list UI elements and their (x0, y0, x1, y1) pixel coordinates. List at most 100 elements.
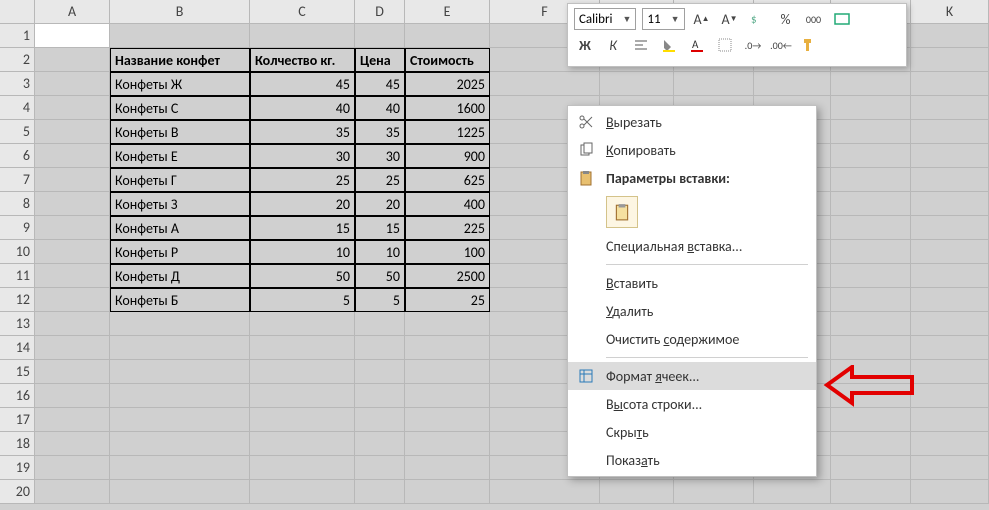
cell[interactable] (405, 336, 490, 360)
table-cell[interactable]: 20 (355, 192, 405, 216)
cell[interactable] (250, 432, 355, 456)
cell[interactable] (35, 336, 110, 360)
align-icon[interactable] (630, 34, 652, 56)
cell[interactable] (490, 480, 600, 504)
cell[interactable] (250, 312, 355, 336)
cell[interactable] (831, 336, 911, 360)
row-6-header[interactable]: 6 (0, 144, 35, 168)
table-cell[interactable]: 10 (250, 240, 355, 264)
cell[interactable] (355, 312, 405, 336)
cell[interactable] (911, 312, 989, 336)
increase-decimal-icon[interactable]: .0→ (742, 34, 764, 56)
cell[interactable] (355, 384, 405, 408)
cell[interactable] (911, 72, 989, 96)
row-11-header[interactable]: 11 (0, 264, 35, 288)
format-painter-icon[interactable] (798, 34, 820, 56)
row-19-header[interactable]: 19 (0, 456, 35, 480)
cell[interactable] (911, 456, 989, 480)
cell-A1-active[interactable] (35, 24, 110, 48)
cell[interactable] (831, 480, 911, 504)
table-cell[interactable]: 40 (250, 96, 355, 120)
cell[interactable] (831, 240, 911, 264)
cell[interactable] (911, 240, 989, 264)
table-cell[interactable]: Конфеты Ж (110, 72, 250, 96)
cell[interactable] (250, 408, 355, 432)
row-10-header[interactable]: 10 (0, 240, 35, 264)
row-20-header[interactable]: 20 (0, 480, 35, 504)
table-cell[interactable]: 1225 (405, 120, 490, 144)
cell[interactable] (600, 72, 674, 96)
table-header[interactable]: Цена (355, 48, 405, 72)
cell[interactable] (35, 216, 110, 240)
menu-delete[interactable]: Удалить (568, 297, 816, 325)
cell[interactable] (405, 456, 490, 480)
cell[interactable] (35, 120, 110, 144)
cell[interactable] (405, 480, 490, 504)
decrease-font-icon[interactable]: A▼ (719, 8, 741, 30)
cell[interactable] (831, 120, 911, 144)
cell[interactable] (35, 48, 110, 72)
row-3-header[interactable]: 3 (0, 72, 35, 96)
row-17-header[interactable]: 17 (0, 408, 35, 432)
row-5-header[interactable]: 5 (0, 120, 35, 144)
cell[interactable] (250, 24, 355, 48)
menu-insert[interactable]: Вставить (568, 269, 816, 297)
cell[interactable] (355, 480, 405, 504)
row-1-header[interactable]: 1 (0, 24, 35, 48)
cell[interactable] (35, 288, 110, 312)
cell[interactable] (110, 408, 250, 432)
cell[interactable] (831, 96, 911, 120)
cell[interactable] (355, 408, 405, 432)
cell[interactable] (110, 384, 250, 408)
cell[interactable] (250, 480, 355, 504)
cell[interactable] (831, 288, 911, 312)
table-cell[interactable]: 35 (355, 120, 405, 144)
table-cell[interactable]: 2025 (405, 72, 490, 96)
table-cell[interactable]: 25 (250, 168, 355, 192)
menu-cut[interactable]: Вырезать (568, 108, 816, 136)
table-cell[interactable]: Конфеты Б (110, 288, 250, 312)
cell[interactable] (405, 360, 490, 384)
col-A[interactable]: A (35, 0, 110, 24)
percent-format-icon[interactable]: % (775, 8, 797, 30)
cell[interactable] (110, 360, 250, 384)
col-K[interactable]: K (911, 0, 989, 24)
cell[interactable] (250, 456, 355, 480)
borders-icon[interactable] (714, 34, 736, 56)
italic-button[interactable]: К (602, 34, 624, 56)
table-cell[interactable]: 900 (405, 144, 490, 168)
table-cell[interactable]: Конфеты Е (110, 144, 250, 168)
cell[interactable] (911, 48, 989, 72)
cell[interactable] (405, 312, 490, 336)
table-cell[interactable]: 45 (250, 72, 355, 96)
table-cell[interactable]: Конфеты Р (110, 240, 250, 264)
row-8-header[interactable]: 8 (0, 192, 35, 216)
table-cell[interactable]: 5 (250, 288, 355, 312)
cell[interactable] (355, 456, 405, 480)
row-16-header[interactable]: 16 (0, 384, 35, 408)
table-cell[interactable]: Конфеты Д (110, 264, 250, 288)
cell[interactable] (831, 264, 911, 288)
table-cell[interactable]: 625 (405, 168, 490, 192)
table-header[interactable]: Колчество кг. (250, 48, 355, 72)
cell[interactable] (490, 72, 600, 96)
cell[interactable] (110, 312, 250, 336)
cell[interactable] (405, 24, 490, 48)
cell[interactable] (674, 480, 754, 504)
table-cell[interactable]: 400 (405, 192, 490, 216)
cell[interactable] (355, 336, 405, 360)
cell[interactable] (405, 384, 490, 408)
col-D[interactable]: D (355, 0, 405, 24)
table-cell[interactable]: 40 (355, 96, 405, 120)
table-cell[interactable]: 5 (355, 288, 405, 312)
decrease-decimal-icon[interactable]: .00← (770, 34, 792, 56)
table-cell[interactable]: 20 (250, 192, 355, 216)
cell[interactable] (600, 480, 674, 504)
cell[interactable] (911, 264, 989, 288)
fill-color-icon[interactable] (658, 34, 680, 56)
cell[interactable] (250, 360, 355, 384)
cell[interactable] (35, 96, 110, 120)
cell[interactable] (405, 408, 490, 432)
table-cell[interactable]: 25 (355, 168, 405, 192)
cell[interactable] (355, 432, 405, 456)
